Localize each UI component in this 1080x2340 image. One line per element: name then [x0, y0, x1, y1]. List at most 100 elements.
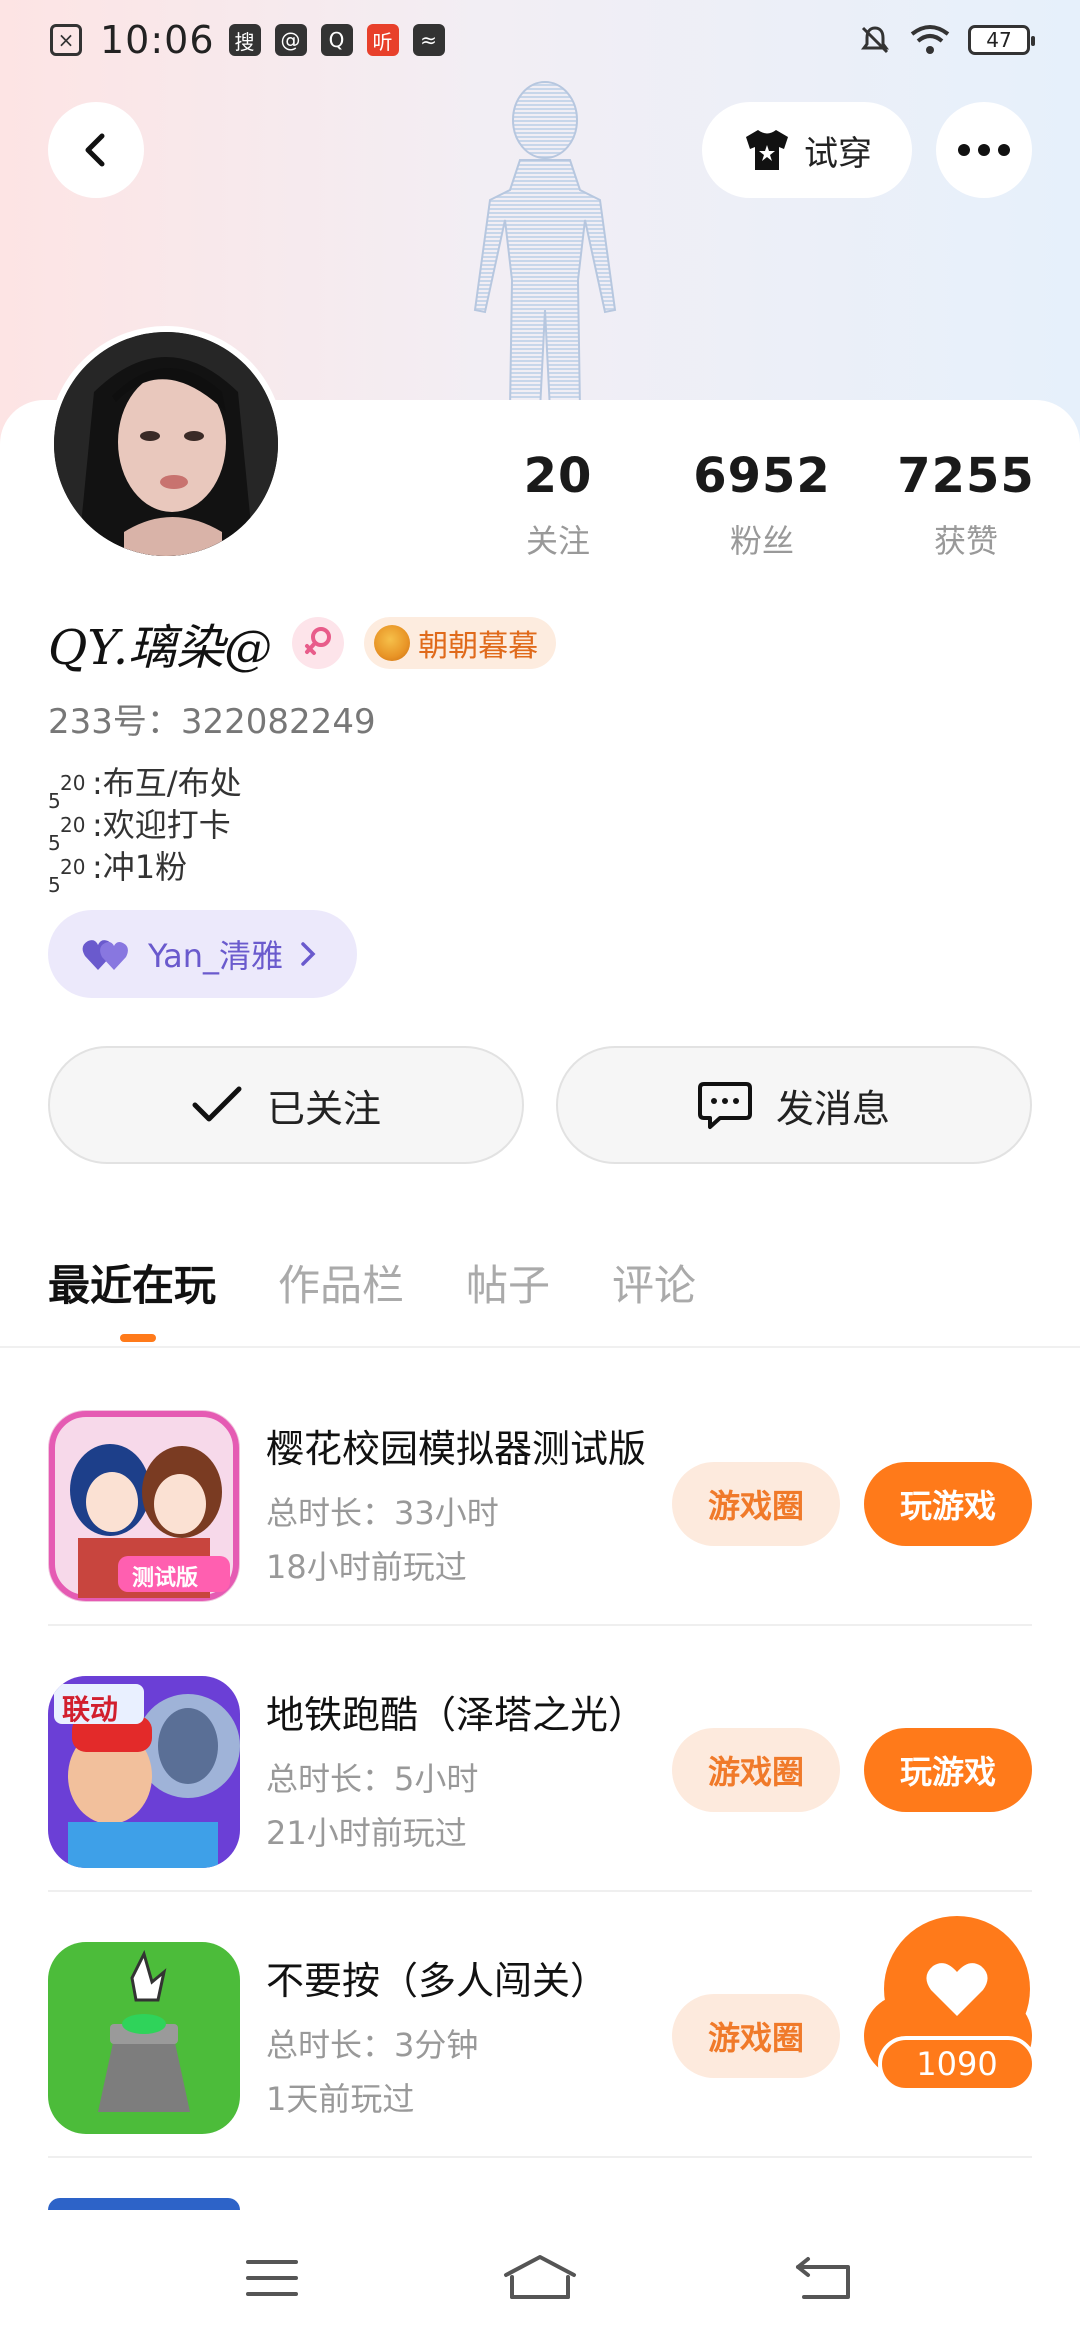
medal-label: 朝朝暮暮: [418, 629, 539, 664]
game-duration: 总时长：5小时: [266, 1760, 479, 1798]
list-item[interactable]: 测试版 樱花校园模拟器测试版 总时长：33小时 18小时前玩过 游戏圈 玩游戏: [48, 1360, 1032, 1626]
game-last-played: 1天前玩过: [266, 2080, 415, 2118]
game-last-played: 21小时前玩过: [266, 1814, 467, 1852]
back-nav-button[interactable]: [784, 2250, 864, 2306]
list-item[interactable]: 不要按（多人闯关） 总时长：3分钟 1天前玩过 游戏圈 玩游戏: [48, 1892, 1032, 2158]
play-game-button[interactable]: 玩游戏: [864, 1462, 1032, 1546]
floating-like-count: 1090: [878, 2036, 1036, 2092]
avatar-figure-hologram: [473, 81, 617, 410]
game-duration: 总时长：33小时: [266, 1494, 499, 1532]
stat-fans[interactable]: 6952 粉丝: [672, 448, 852, 562]
status-time: 10:06: [100, 18, 215, 62]
bio-text: :欢迎打卡: [92, 806, 231, 844]
user-avatar[interactable]: [48, 326, 284, 562]
stat-likes-value: 7255: [897, 448, 1035, 504]
tab-active-indicator: [120, 1334, 156, 1342]
sim-off-icon: ×: [50, 24, 82, 56]
stat-following-label: 关注: [525, 522, 590, 560]
profile-tabs: 最近在玩 作品栏 帖子 评论: [48, 1252, 696, 1342]
bio-text: :冲1粉: [92, 848, 188, 886]
bio-prefix-sub: 5: [48, 831, 61, 855]
stat-following[interactable]: 20 关注: [468, 448, 648, 562]
tab-recently-played[interactable]: 最近在玩: [48, 1252, 216, 1313]
avatar-portrait: [54, 332, 278, 556]
tab-posts[interactable]: 帖子: [466, 1252, 550, 1313]
chevron-left-icon: [85, 133, 105, 167]
leaf-app-icon: ≈: [412, 24, 445, 56]
list-item[interactable]: 联动 地铁跑酷（泽塔之光） 总时长：5小时 21小时前玩过 游戏圈 玩游戏: [48, 1626, 1032, 1892]
check-icon: [192, 1086, 242, 1122]
user-name: QY.璃染@: [48, 620, 273, 676]
home-icon: [504, 2255, 576, 2299]
game-title: 地铁跑酷（泽塔之光）: [266, 1693, 647, 1737]
tab-works[interactable]: 作品栏: [278, 1252, 404, 1313]
game-duration: 总时长：3分钟: [266, 2026, 479, 2064]
game-icon-caption: 联动: [62, 1693, 119, 1726]
more-button[interactable]: [936, 102, 1032, 198]
bio-line: 5 20 :冲1粉: [48, 846, 242, 897]
home-button[interactable]: [500, 2250, 580, 2306]
more-dots-icon: [958, 144, 1010, 156]
bio-prefix-sup: 20: [60, 771, 86, 795]
sakura-school-game-icon[interactable]: 测试版: [48, 1410, 240, 1602]
game-title: 不要按（多人闯关）: [266, 1959, 609, 2003]
notifications-muted-icon: [861, 26, 889, 54]
stat-fans-value: 6952: [693, 448, 831, 504]
stat-likes-label: 获赞: [933, 522, 998, 560]
menu-icon: [246, 2260, 298, 2296]
game-icon-caption: 测试版: [132, 1566, 199, 1591]
followed-button[interactable]: 已关注: [48, 1046, 524, 1164]
try-on-label: 试穿: [804, 133, 872, 174]
cp-name: Yan_清雅: [148, 937, 284, 975]
tshirt-icon: [746, 130, 788, 170]
message-button[interactable]: 发消息: [556, 1046, 1032, 1164]
play-game-button[interactable]: 玩游戏: [864, 1728, 1032, 1812]
menu-button[interactable]: [232, 2250, 312, 2306]
bio-line: 5 20 :布互/布处: [48, 762, 242, 813]
bio-line: 5 20 :欢迎打卡: [48, 804, 242, 855]
bio-prefix-sub: 5: [48, 873, 61, 897]
back-button[interactable]: [48, 102, 144, 198]
battery-indicator: 47: [968, 25, 1035, 55]
bio-prefix-sup: 20: [60, 813, 86, 837]
heart-icon: [926, 1963, 988, 2016]
status-bar: × 10:06 搜 @ Q 听 ≈ 47: [0, 0, 1080, 80]
female-gender-icon: [292, 617, 345, 669]
game-circle-button[interactable]: 游戏圈: [672, 1994, 840, 2078]
chat-bubble-icon: [697, 1082, 752, 1129]
browser-app-icon: Q: [320, 24, 353, 56]
stat-fans-label: 粉丝: [729, 522, 794, 560]
followed-label: 已关注: [266, 1086, 381, 1131]
tab-comments[interactable]: 评论: [612, 1252, 696, 1313]
stat-following-value: 20: [523, 448, 593, 504]
bio: 5 20 :布互/布处 5 20 :欢迎打卡 5 20 :冲1粉: [48, 762, 242, 897]
bio-prefix-sup: 20: [60, 855, 86, 879]
wifi-icon: [910, 25, 950, 54]
game-circle-button[interactable]: 游戏圈: [672, 1462, 840, 1546]
system-nav-bar: [0, 2210, 1080, 2340]
tabs-divider: [0, 1346, 1080, 1348]
message-label: 发消息: [775, 1086, 890, 1131]
chevron-right-icon: [301, 942, 316, 966]
game-circle-button[interactable]: 游戏圈: [672, 1728, 840, 1812]
try-on-button[interactable]: 试穿: [702, 102, 912, 198]
game-last-played: 18小时前玩过: [266, 1548, 467, 1586]
sogou-app-icon: 搜: [228, 24, 261, 56]
stat-likes[interactable]: 7255 获赞: [876, 448, 1056, 562]
dont-press-game-icon[interactable]: [48, 1942, 240, 2134]
bio-prefix-sub: 5: [48, 789, 61, 813]
back-arrow-icon: [796, 2257, 850, 2299]
bio-text: :布互/布处: [92, 764, 242, 802]
subway-surfers-game-icon[interactable]: 联动: [48, 1676, 240, 1868]
medal-badge[interactable]: 朝朝暮暮: [364, 617, 557, 669]
mail-app-icon: @: [274, 24, 307, 56]
medal-icon: [374, 625, 411, 661]
name-row: QY.璃染@ 朝朝暮暮: [48, 608, 557, 678]
next-game-icon-peek: [48, 2198, 240, 2210]
listen-app-icon: 听: [366, 24, 399, 56]
list-divider: [48, 2156, 1032, 2158]
cp-relationship-pill[interactable]: Yan_清雅: [48, 910, 358, 998]
double-heart-icon: [82, 940, 128, 970]
account-id: 233号：322082249: [48, 702, 376, 742]
game-title: 樱花校园模拟器测试版: [266, 1427, 647, 1471]
